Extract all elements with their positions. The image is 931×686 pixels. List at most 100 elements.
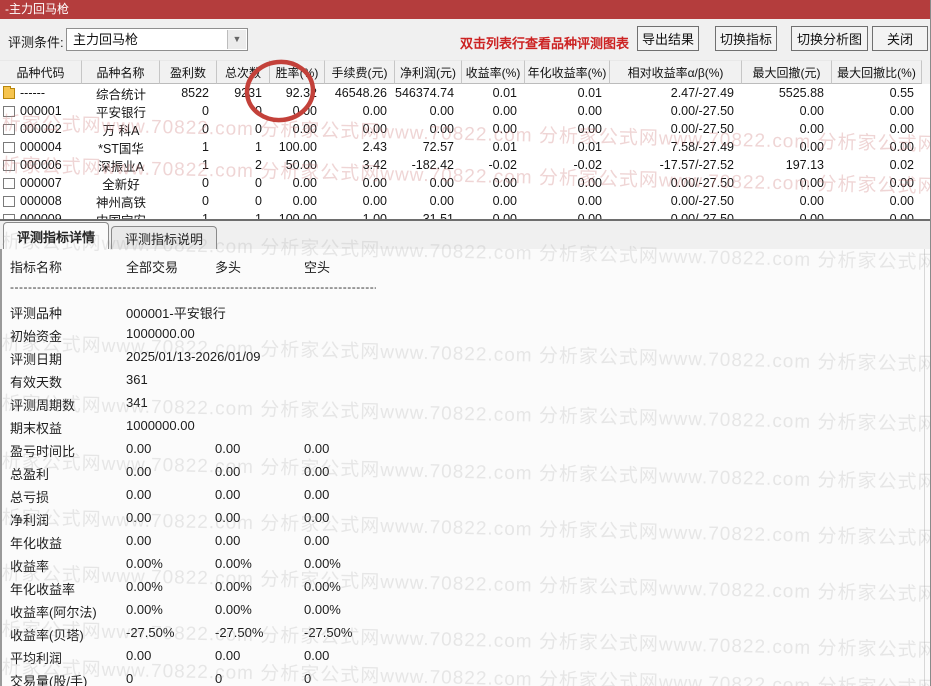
max-drawdown-ratio-cell: 0.00	[889, 194, 914, 208]
column-header[interactable]: 最大回撤比(%)	[832, 60, 922, 84]
indicator-name-header: 指标名称	[10, 260, 63, 275]
results-table: 品种代码 品种名称 盈利数 总次数 胜率(%) 手续费(元) 净利润(元) 收益…	[0, 60, 930, 220]
detail-value-all: 0.00	[126, 533, 152, 548]
net-profit-cell: 31.51	[422, 212, 454, 219]
max-drawdown-ratio-cell: 0.00	[889, 104, 914, 118]
detail-value-short: 0.00%	[304, 579, 341, 594]
detail-header-row: 指标名称 全部交易 多头 空头	[2, 253, 930, 276]
switch-analysis-chart-button[interactable]: 切换分析图	[791, 26, 868, 51]
column-header[interactable]: 品种代码	[0, 60, 82, 84]
win-count-cell: 0	[202, 176, 209, 190]
column-header[interactable]: 相对收益率α/β(%)	[610, 60, 742, 84]
detail-value-all: 1000000.00	[126, 418, 195, 433]
detail-row: 交易量(股/手) 0 0 0	[2, 667, 930, 686]
table-row[interactable]: 000009 中国宝安 1 1 100.00 1.00 31.51 0.00 0…	[0, 210, 930, 220]
close-button[interactable]: 关闭	[872, 26, 928, 51]
column-header[interactable]: 收益率(%)	[462, 60, 525, 84]
detail-label: 有效天数	[10, 375, 63, 390]
detail-row: 收益率(贝塔) -27.50% -27.50% -27.50%	[2, 621, 930, 644]
short-header: 空头	[304, 260, 331, 275]
detail-value-long: 0.00	[215, 464, 241, 479]
detail-value-all: 0.00	[126, 464, 152, 479]
table-row[interactable]: 000006 深振业A 1 2 50.00 3.42 -182.42 -0.02…	[0, 156, 930, 174]
column-header[interactable]: 总次数	[217, 60, 270, 84]
column-header[interactable]: 胜率(%)	[270, 60, 325, 84]
symbol-name-cell: 中国宝安	[82, 210, 160, 220]
table-row[interactable]: 000004 *ST国华 1 1 100.00 2.43 72.57 0.01 …	[0, 138, 930, 156]
detail-label: 评测周期数	[10, 398, 76, 413]
alpha-beta-cell: 0.00/-27.50	[670, 212, 734, 219]
detail-label: 年化收益率	[10, 582, 76, 597]
detail-row: 评测日期 2025/01/13-2026/01/09	[2, 345, 930, 368]
annual-return-cell: 0.00	[577, 104, 602, 118]
detail-value-all: 0.00	[126, 648, 152, 663]
alpha-beta-cell: 7.58/-27.49	[670, 140, 734, 154]
detail-value-all: 0.00	[126, 487, 152, 502]
column-header[interactable]: 手续费(元)	[325, 60, 395, 84]
detail-label: 评测品种	[10, 306, 63, 321]
detail-label: 总亏损	[10, 490, 50, 505]
detail-row: 期末权益 1000000.00	[2, 414, 930, 437]
detail-value-all: -27.50%	[126, 625, 175, 640]
alpha-beta-cell: 0.00/-27.50	[670, 122, 734, 136]
total-count-cell: 0	[255, 194, 262, 208]
win-rate-cell: 0.00	[292, 122, 317, 136]
column-header[interactable]: 净利润(元)	[395, 60, 462, 84]
column-header[interactable]: 品种名称	[82, 60, 160, 84]
total-count-cell: 0	[255, 176, 262, 190]
column-header[interactable]: 最大回撤(元)	[742, 60, 832, 84]
table-row[interactable]: 000001 平安银行 0 0 0.00 0.00 0.00 0.00 0.00…	[0, 102, 930, 120]
symbol-code-cell: 000004	[0, 140, 82, 154]
table-row[interactable]: 000007 全新好 0 0 0.00 0.00 0.00 0.00 0.00 …	[0, 174, 930, 192]
table-row[interactable]: 000008 神州高铁 0 0 0.00 0.00 0.00 0.00 0.00…	[0, 192, 930, 210]
net-profit-cell: 0.00	[429, 194, 454, 208]
symbol-code-cell: 000006	[0, 158, 82, 172]
detail-row: 净利润 0.00 0.00 0.00	[2, 506, 930, 529]
detail-value-short: 0.00%	[304, 556, 341, 571]
total-count-cell: 1	[255, 212, 262, 219]
detail-value-long: 0.00	[215, 510, 241, 525]
detail-value-all: 0.00	[126, 510, 152, 525]
table-header-row: 品种代码 品种名称 盈利数 总次数 胜率(%) 手续费(元) 净利润(元) 收益…	[0, 60, 930, 84]
detail-label: 平均利润	[10, 651, 63, 666]
table-row[interactable]: ------ 综合统计 8522 9231 92.32 46548.26 546…	[0, 84, 930, 102]
detail-label: 期末权益	[10, 421, 63, 436]
table-row[interactable]: 000002 万 科A 0 0 0.00 0.00 0.00 0.00 0.00…	[0, 120, 930, 138]
return-rate-cell: 0.00	[492, 104, 517, 118]
detail-value-long: 0.00%	[215, 602, 252, 617]
tab-indicator-description[interactable]: 评测指标说明	[111, 226, 218, 249]
detail-value-long: 0.00	[215, 487, 241, 502]
long-header: 多头	[215, 260, 242, 275]
symbol-code-cell: 000002	[0, 122, 82, 136]
detail-row: 平均利润 0.00 0.00 0.00	[2, 644, 930, 667]
net-profit-cell: 0.00	[429, 122, 454, 136]
total-count-cell: 9231	[234, 86, 262, 100]
tab-label: 评测指标说明	[125, 231, 204, 247]
symbol-code: 000007	[20, 176, 62, 190]
detail-rows: 评测品种 000001-平安银行 初始资金 1000000.00 评测日期 20…	[2, 299, 930, 686]
title-bar[interactable]: -主力回马枪	[0, 0, 930, 19]
indicator-detail-panel: 指标名称 全部交易 多头 空头 ------------------------…	[0, 249, 930, 686]
total-count-cell: 0	[255, 122, 262, 136]
win-count-cell: 0	[202, 194, 209, 208]
tab-indicator-details[interactable]: 评测指标详情	[3, 222, 110, 249]
export-results-button[interactable]: 导出结果	[637, 26, 699, 51]
row-type-icon	[3, 159, 15, 171]
win-rate-cell: 100.00	[278, 140, 317, 154]
symbol-code: 000008	[20, 194, 62, 208]
detail-label: 初始资金	[10, 329, 63, 344]
dashed-separator: ----------------------------------------…	[10, 280, 376, 294]
chevron-down-icon[interactable]: ▼	[227, 30, 246, 49]
condition-select[interactable]: 主力回马枪 ▼	[66, 28, 248, 51]
column-header[interactable]: 年化收益率(%)	[525, 60, 610, 84]
max-drawdown-ratio-cell: 0.55	[889, 86, 914, 100]
detail-value-all: 000001-平安银行	[126, 306, 226, 321]
detail-value-long: 0	[215, 671, 223, 686]
win-count-cell: 1	[202, 158, 209, 172]
column-header[interactable]: 盈利数	[160, 60, 217, 84]
detail-value-all: 0	[126, 671, 134, 686]
detail-value-long: 0.00	[215, 648, 241, 663]
switch-indicator-button[interactable]: 切换指标	[715, 26, 777, 51]
annual-return-cell: 0.00	[577, 176, 602, 190]
row-type-icon	[3, 141, 15, 153]
